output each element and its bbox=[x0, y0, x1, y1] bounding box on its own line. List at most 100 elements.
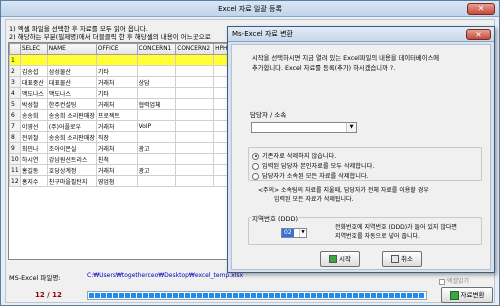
table-cell[interactable]: 대표물산 bbox=[46, 76, 97, 88]
table-cell[interactable]: 홍지수 bbox=[19, 175, 48, 187]
owner-combo[interactable]: ▼ bbox=[251, 122, 357, 133]
table-cell[interactable]: 맥도나스 bbox=[46, 87, 97, 99]
table-row[interactable]: 5 박성철 한주컨설팅 거래처 협력업체 bbox=[9, 98, 243, 110]
table-cell[interactable] bbox=[136, 65, 177, 77]
table-cell[interactable]: 최민나 bbox=[19, 142, 48, 154]
dialog-close-button[interactable]: ✕ bbox=[466, 29, 491, 40]
table-cell[interactable]: 송송희 소리판매장 bbox=[46, 109, 97, 121]
table-cell[interactable]: 조아이몬실 bbox=[46, 142, 97, 154]
table-cell[interactable] bbox=[136, 131, 177, 143]
table-cell[interactable] bbox=[175, 109, 215, 121]
table-cell[interactable]: 맥도나스 bbox=[19, 87, 48, 99]
table-cell[interactable] bbox=[175, 164, 215, 176]
excel-icon bbox=[449, 290, 459, 300]
table-row[interactable]: 10 하시연 강남원선트리스 친척 bbox=[9, 153, 243, 165]
empty-cell bbox=[9, 208, 21, 220]
table-cell[interactable]: VoIP bbox=[136, 120, 177, 132]
column-header[interactable]: CONCERN2 bbox=[175, 43, 215, 55]
table-cell[interactable]: 거래처 bbox=[95, 76, 138, 88]
table-row[interactable]: 3 대표중산 대표물산 거래처 상담 bbox=[9, 76, 243, 88]
window-close-button[interactable]: ✕ bbox=[467, 3, 495, 15]
table-cell[interactable]: 거래처 bbox=[95, 98, 138, 110]
table-cell[interactable]: 홍길동 bbox=[19, 164, 48, 176]
convert-data-button[interactable]: 자료변환 bbox=[441, 287, 493, 303]
table-cell[interactable] bbox=[175, 87, 215, 99]
column-header[interactable]: SELEC bbox=[19, 43, 48, 55]
table-cell[interactable]: 프로젝트 bbox=[95, 109, 138, 121]
data-grid[interactable]: SELEC NAME OFFICE CONCERN1 CONCERN2 HPHO… bbox=[8, 42, 244, 260]
table-cell[interactable]: 호당상계정 bbox=[46, 164, 97, 176]
table-cell[interactable] bbox=[136, 153, 177, 165]
table-cell[interactable] bbox=[175, 98, 215, 110]
table-cell[interactable] bbox=[19, 54, 48, 66]
table-cell[interactable] bbox=[136, 54, 177, 66]
read-excel-label: 엑셀읽기 bbox=[446, 278, 470, 285]
radio-keep-existing[interactable]: 기존자료 삭제하지 않습니다. bbox=[252, 151, 336, 160]
table-cell[interactable]: 이영선 bbox=[19, 120, 48, 132]
table-cell[interactable]: 광고 bbox=[136, 164, 177, 176]
table-row[interactable]: 7 이영선 (주)어플로우 거래처 VoIP bbox=[9, 120, 243, 132]
table-cell[interactable]: 직장 bbox=[95, 131, 138, 143]
table-cell[interactable]: 친척 bbox=[95, 153, 138, 165]
chevron-down-icon[interactable]: ▼ bbox=[299, 229, 306, 237]
table-cell[interactable]: 친구마을필탄지 bbox=[46, 175, 97, 187]
cancel-button[interactable]: 취소 bbox=[382, 251, 422, 267]
table-cell[interactable] bbox=[136, 87, 177, 99]
table-cell[interactable] bbox=[175, 142, 215, 154]
table-cell[interactable]: 강남원선트리스 bbox=[46, 153, 97, 165]
table-cell[interactable] bbox=[175, 54, 215, 66]
radio-delete-own[interactable]: 입력된 담당자 본인자료를 모두 삭제합니다. bbox=[252, 161, 374, 170]
table-cell[interactable]: 삼성물산 bbox=[46, 65, 97, 77]
column-header[interactable]: OFFICE bbox=[95, 43, 138, 55]
table-row[interactable]: 8 전위철 송송희 소리판매장 직장 bbox=[9, 131, 243, 143]
table-cell[interactable] bbox=[175, 65, 215, 77]
start-button[interactable]: 시작 bbox=[320, 251, 360, 267]
area-code-description: 전화번호에 지역번호 (DDD)가 들어 있지 않다면 지역번호를 자동으로 넣… bbox=[335, 223, 457, 241]
table-cell[interactable]: 한주컨설팅 bbox=[46, 98, 97, 110]
table-cell[interactable]: 거래처 bbox=[95, 164, 138, 176]
radio-delete-team[interactable]: 담당자가 소속된 모든 자료를 삭제합니다. bbox=[252, 171, 369, 180]
chevron-down-icon[interactable]: ▼ bbox=[346, 123, 356, 132]
table-cell[interactable]: 거래처 bbox=[95, 120, 138, 132]
table-row[interactable]: 12 홍지수 친구마을필탄지 영업점 bbox=[9, 175, 243, 187]
empty-cell bbox=[137, 197, 176, 209]
empty-cell bbox=[47, 230, 97, 242]
table-cell[interactable]: 영업점 bbox=[95, 175, 138, 187]
table-cell[interactable]: 대표중산 bbox=[19, 76, 48, 88]
table-cell[interactable]: 협력업체 bbox=[136, 98, 177, 110]
table-cell[interactable]: 전위철 bbox=[19, 131, 48, 143]
table-cell[interactable]: 김송섭 bbox=[19, 65, 48, 77]
table-cell[interactable]: 상담 bbox=[136, 76, 177, 88]
table-cell[interactable]: 송송희 bbox=[19, 109, 48, 121]
table-cell[interactable] bbox=[175, 175, 215, 187]
table-cell[interactable]: 하시연 bbox=[19, 153, 48, 165]
read-excel-checkbox[interactable]: 엑셀읽기 bbox=[439, 276, 469, 285]
table-cell[interactable] bbox=[95, 54, 138, 66]
table-cell[interactable]: 박성철 bbox=[19, 98, 48, 110]
table-cell[interactable] bbox=[136, 109, 177, 121]
table-cell[interactable]: 기타 bbox=[95, 87, 138, 99]
table-cell[interactable]: 기타 bbox=[95, 65, 138, 77]
table-row[interactable]: 2 김송섭 삼성물산 기타 bbox=[9, 65, 243, 77]
table-row[interactable]: 9 최민나 조아이몬실 거래처 광고 bbox=[9, 142, 243, 154]
empty-row bbox=[9, 219, 243, 231]
table-cell[interactable] bbox=[175, 153, 215, 165]
table-cell[interactable]: 송송희 소리판매장 bbox=[46, 131, 97, 143]
table-cell[interactable] bbox=[46, 54, 97, 66]
table-row[interactable]: 6 송송희 송송희 소리판매장 프로젝트 bbox=[9, 109, 243, 121]
empty-cell bbox=[96, 219, 138, 231]
table-cell[interactable]: 광고 bbox=[136, 142, 177, 154]
table-row[interactable]: 4 맥도나스 맥도나스 기타 bbox=[9, 87, 243, 99]
area-code-select[interactable]: 02 ▼ bbox=[281, 228, 307, 238]
table-row[interactable]: 11 홍길동 호당상계정 거래처 광고 bbox=[9, 164, 243, 176]
empty-cell bbox=[47, 186, 97, 198]
table-cell[interactable]: 거래처 bbox=[95, 142, 138, 154]
table-cell[interactable]: (주)어플로우 bbox=[46, 120, 97, 132]
column-header[interactable]: NAME bbox=[46, 43, 97, 55]
table-cell[interactable] bbox=[175, 76, 215, 88]
table-cell[interactable] bbox=[175, 120, 215, 132]
table-cell[interactable] bbox=[136, 175, 177, 187]
table-cell[interactable] bbox=[175, 131, 215, 143]
table-row[interactable]: 1 bbox=[9, 54, 243, 66]
column-header[interactable]: CONCERN1 bbox=[136, 43, 177, 55]
